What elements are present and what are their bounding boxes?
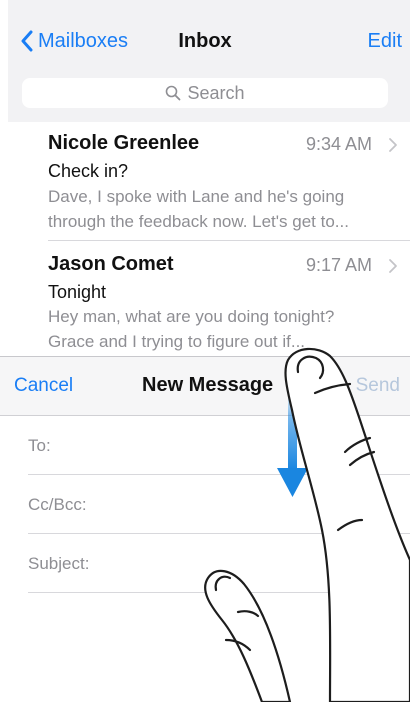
- message-preview: Dave, I spoke with Lane and he's going t…: [48, 184, 404, 234]
- message-preview: Hey man, what are you doing tonight? Gra…: [48, 304, 404, 354]
- compose-title: New Message: [142, 374, 274, 396]
- subject-field-label: Subject:: [28, 554, 90, 573]
- message-subject: Check in?: [48, 161, 129, 181]
- message-preview-line: through the feedback now. Let's get to..…: [48, 212, 349, 231]
- send-button[interactable]: Send: [356, 375, 400, 397]
- message-row[interactable]: Jason Comet 9:17 AM Tonight Hey man, wha…: [8, 241, 410, 356]
- message-sender: Jason Comet: [48, 253, 174, 275]
- cancel-button[interactable]: Cancel: [14, 375, 73, 397]
- search-input[interactable]: Search: [22, 78, 388, 108]
- message-preview-line: Grace and I trying to figure out if...: [48, 332, 306, 351]
- to-field[interactable]: To:: [28, 416, 410, 475]
- message-row[interactable]: Nicole Greenlee 9:34 AM Check in? Dave, …: [8, 122, 410, 240]
- edit-button[interactable]: Edit: [368, 30, 402, 53]
- search-placeholder: Search: [187, 82, 245, 103]
- message-time: 9:34 AM: [305, 134, 372, 154]
- subject-field[interactable]: Subject:: [28, 534, 410, 593]
- chevron-right-icon: [389, 138, 397, 152]
- inbox-navigation-bar: Mailboxes Inbox Edit Search: [8, 0, 410, 122]
- compose-navigation-bar: Cancel New Message Send: [0, 357, 410, 416]
- message-body-area[interactable]: [0, 593, 410, 703]
- inbox-title: Inbox: [178, 30, 232, 52]
- search-icon: [166, 85, 181, 101]
- chevron-right-icon: [389, 259, 397, 273]
- message-time: 9:17 AM: [305, 255, 372, 275]
- new-message-sheet[interactable]: Cancel New Message Send To: Cc/Bcc: Subj…: [0, 356, 410, 703]
- cc-bcc-field-label: Cc/Bcc:: [28, 495, 87, 514]
- message-sender: Nicole Greenlee: [48, 132, 200, 154]
- cc-bcc-field[interactable]: Cc/Bcc:: [28, 475, 410, 534]
- message-preview-line: Hey man, what are you doing tonight?: [48, 307, 335, 326]
- message-subject: Tonight: [48, 282, 107, 302]
- inbox-view: Mailboxes Inbox Edit Search Nicole Green…: [8, 0, 410, 356]
- message-preview-line: Dave, I spoke with Lane and he's going: [48, 187, 345, 206]
- to-field-label: To:: [28, 436, 51, 455]
